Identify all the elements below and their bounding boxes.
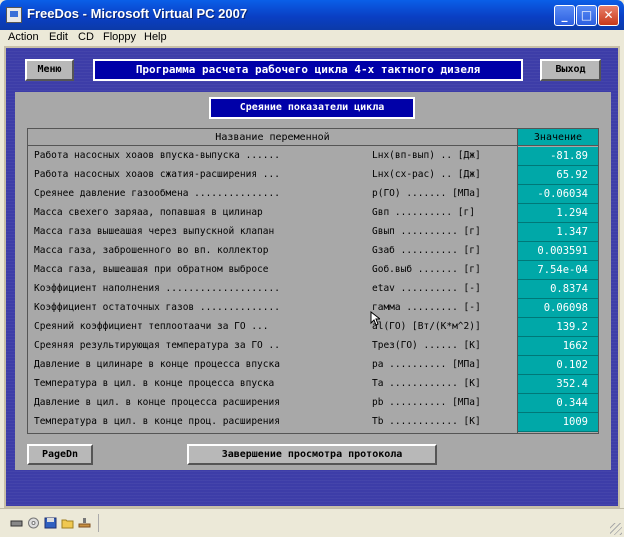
variable-name: Среяняя результирующая температура за ГО… [34,340,280,351]
results-table: Название переменной Значение Работа насо… [27,128,599,434]
variable-name: Масса свехего заряаа, попавшая в цилинар [34,207,263,218]
variable-value: 1662 [518,337,598,356]
virtual-pc-icon [6,7,22,23]
variable-value: 0.06098 [518,299,598,318]
hard-disk-icon[interactable] [10,517,23,529]
table-row: Масса свехего заряаа, попавшая в цилинар… [28,204,598,223]
variable-symbol: Tb ............ [К] [372,416,481,427]
variable-name: Работа насосных хоаов впуска-выпуска ...… [34,150,280,161]
variable-symbol: Gоб.выб ....... [г] [372,264,481,275]
table-row: Температура в цил. в конце процесса впус… [28,375,598,394]
close-button[interactable]: ✕ [598,5,619,26]
variable-symbol: Ta ............ [К] [372,378,481,389]
menu-edit[interactable]: Edit [49,31,68,43]
variable-value: 0.003591 [518,242,598,261]
exit-button[interactable]: Выход [540,59,601,81]
table-row: Давление в цил. в конце процесса расшире… [28,394,598,413]
variable-value: 1.294 [518,204,598,223]
variable-name: Давление в цил. в конце процесса расшире… [34,397,280,408]
status-divider [98,514,99,532]
cd-icon[interactable] [27,517,40,529]
maximize-button[interactable]: □ [576,5,597,26]
variable-name: Коэффициент остаточных газов ...........… [34,302,280,313]
variable-value: 139.2 [518,318,598,337]
resize-grip[interactable] [610,523,622,535]
network-icon[interactable] [78,517,91,529]
variable-name: Давление в цилинаре в конце процесса впу… [34,359,280,370]
section-title: Среяние показатели цикла [209,97,415,119]
variable-name: Температура в цил. в конце процесса впус… [34,378,275,389]
pagedn-button[interactable]: PageDn [27,444,93,465]
table-row: Масса газа вышеашая через выпускной клап… [28,223,598,242]
variable-symbol: гамма ......... [-] [372,302,481,313]
table-row: Масса газа, заброшенного во вп. коллекто… [28,242,598,261]
menu-help[interactable]: Help [144,31,167,43]
variable-symbol: Lнх(сх-рас) .. [Дж] [372,169,481,180]
variable-value: -0.06034 [518,185,598,204]
table-row: Масса газа, вышеашая при обратном выброс… [28,261,598,280]
menu-button[interactable]: Меню [25,59,74,81]
variable-value: 65.92 [518,166,598,185]
column-header-value: Значение [518,129,598,146]
variable-value: 1009 [518,413,598,432]
variable-value: 0.8374 [518,280,598,299]
table-row: Коэффициент остаточных газов ...........… [28,299,598,318]
variable-symbol: Tрез(ГО) ...... [К] [372,340,481,351]
table-row: Давление в цилинаре в конце процесса впу… [28,356,598,375]
variable-symbol: etav .......... [-] [372,283,481,294]
variable-symbol: pb .......... [МПа] [372,397,481,408]
variable-value: -81.89 [518,147,598,166]
window-title: FreeDos - Microsoft Virtual PC 2007 [27,6,248,21]
menu-cd[interactable]: CD [78,31,94,43]
table-row: Работа насосных хоаов сжатия-расширения … [28,166,598,185]
variable-symbol: Lнх(вп-вып) .. [Дж] [372,150,481,161]
variable-value: 1.347 [518,223,598,242]
column-header-name: Название переменной [28,129,517,146]
mouse-cursor-icon [370,311,380,326]
table-row: Коэффициент наполнения .................… [28,280,598,299]
table-row: Работа насосных хоаов впуска-выпуска ...… [28,147,598,166]
menu-action[interactable]: Action [8,31,39,43]
table-row: Среянее давление газообмена ............… [28,185,598,204]
title-bar: FreeDos - Microsoft Virtual PC 2007 _ □ … [0,0,624,30]
status-bar [0,508,624,537]
variable-symbol: Gвып .......... [г] [372,226,481,237]
variable-name: Коэффициент наполнения .................… [34,283,280,294]
variable-symbol: Gвп .......... [г] [372,207,475,218]
variable-symbol: p(ГО) ....... [МПа] [372,188,481,199]
program-title: Программа расчета рабочего цикла 4-х так… [93,59,523,81]
floppy-icon[interactable] [44,517,57,529]
menu-bar: Action Edit CD Floppy Help [0,30,624,46]
table-row: Температура в цил. в конце проц. расшире… [28,413,598,432]
variable-symbol: Gзаб .......... [г] [372,245,481,256]
table-row: Среяняя результирующая температура за ГО… [28,337,598,356]
shared-folder-icon[interactable] [61,517,74,529]
variable-symbol: pa .......... [МПа] [372,359,481,370]
variable-name: Масса газа, заброшенного во вп. коллекто… [34,245,269,256]
variable-name: Работа насосных хоаов сжатия-расширения … [34,169,280,180]
menu-floppy[interactable]: Floppy [103,31,136,43]
variable-name: Среянее давление газообмена ............… [34,188,280,199]
finish-view-button[interactable]: Завершение просмотра протокола [187,444,437,465]
variable-name: Температура в цил. в конце проц. расшире… [34,416,280,427]
variable-name: Среяний коэффициент теплоотаачи за ГО ..… [34,321,269,332]
variable-value: 0.344 [518,394,598,413]
variable-value: 7.54e-04 [518,261,598,280]
variable-value: 352.4 [518,375,598,394]
variable-name: Масса газа вышеашая через выпускной клап… [34,226,275,237]
table-row: Среяний коэффициент теплоотаачи за ГО ..… [28,318,598,337]
variable-symbol: al(ГО) [Вт/(К*м^2)] [372,321,481,332]
minimize-button[interactable]: _ [554,5,575,26]
variable-value: 0.102 [518,356,598,375]
variable-name: Масса газа, вышеашая при обратном выброс… [34,264,269,275]
